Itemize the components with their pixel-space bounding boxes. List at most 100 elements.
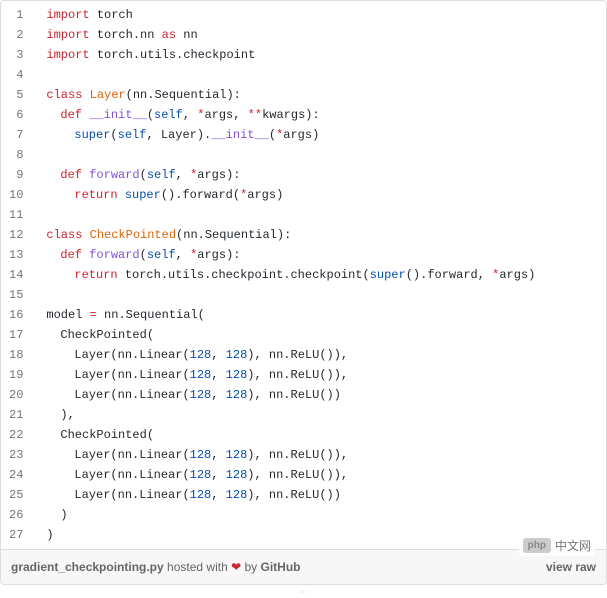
token-pln: nn: [269, 488, 283, 502]
token-pln: ),: [60, 408, 74, 422]
token-kw: def: [60, 248, 82, 262]
token-pln: ):: [226, 168, 240, 182]
token-pln: ).: [197, 128, 211, 142]
token-pln: nn: [118, 388, 132, 402]
code-line: class CheckPointed(nn.Sequential):: [46, 225, 596, 245]
code-line: [46, 205, 596, 225]
token-pln: ),: [247, 488, 269, 502]
token-kw: import: [46, 48, 89, 62]
token-builtin: self: [147, 168, 176, 182]
token-pln: ):: [226, 248, 240, 262]
token-pln: utils: [140, 48, 176, 62]
line-number[interactable]: 20: [5, 385, 27, 405]
line-number[interactable]: 23: [5, 445, 27, 465]
code-line: def __init__(self, *args, **kwargs):: [46, 105, 596, 125]
token-fn: forward: [89, 168, 139, 182]
token-kw: def: [60, 168, 82, 182]
line-number[interactable]: 12: [5, 225, 27, 245]
token-pln: nn: [269, 348, 283, 362]
token-num: 128: [226, 348, 248, 362]
token-pln: args: [197, 248, 226, 262]
line-number[interactable]: 19: [5, 365, 27, 385]
token-pln: (: [182, 388, 189, 402]
line-number[interactable]: 17: [5, 325, 27, 345]
code-line: Layer(nn.Linear(128, 128), nn.ReLU()),: [46, 345, 596, 365]
token-pln: nn: [183, 228, 197, 242]
token-pln: .: [198, 228, 205, 242]
token-pln: Linear: [139, 348, 182, 362]
line-number[interactable]: 2: [5, 25, 27, 45]
gist-filename-link[interactable]: gradient_checkpointing.py: [11, 560, 164, 574]
line-number[interactable]: 15: [5, 285, 27, 305]
token-op: =: [90, 308, 97, 322]
token-kw: return: [74, 268, 117, 282]
line-number[interactable]: 1: [5, 5, 27, 25]
line-number[interactable]: 3: [5, 45, 27, 65]
token-kw: class: [46, 228, 82, 242]
line-number[interactable]: 16: [5, 305, 27, 325]
token-kw: return: [74, 188, 117, 202]
github-link[interactable]: GitHub: [260, 560, 300, 574]
token-pln: ,: [183, 108, 197, 122]
token-pln: ()),: [319, 468, 348, 482]
token-kw: class: [46, 88, 82, 102]
token-num: 128: [190, 448, 212, 462]
token-pln: nn: [118, 488, 132, 502]
token-pln: Linear: [139, 368, 182, 382]
token-builtin: super: [74, 128, 110, 142]
token-pln: torch: [118, 268, 161, 282]
token-pln: Linear: [139, 488, 182, 502]
token-op: **: [248, 108, 262, 122]
line-number[interactable]: 8: [5, 145, 27, 165]
token-pln: [82, 88, 89, 102]
token-pln: checkpoint: [211, 268, 283, 282]
line-number[interactable]: 24: [5, 465, 27, 485]
token-pln: .: [118, 308, 125, 322]
heart-icon: ❤: [231, 560, 241, 574]
line-number[interactable]: 4: [5, 65, 27, 85]
line-number[interactable]: 21: [5, 405, 27, 425]
code-line: [46, 285, 596, 305]
line-number[interactable]: 7: [5, 125, 27, 145]
line-number[interactable]: 9: [5, 165, 27, 185]
token-builtin: self: [154, 108, 183, 122]
token-pln: (: [110, 128, 117, 142]
view-raw-link[interactable]: view raw: [546, 560, 596, 574]
token-pln: [118, 188, 125, 202]
line-number[interactable]: 6: [5, 105, 27, 125]
token-pln: ,: [176, 168, 190, 182]
token-pln: .: [133, 48, 140, 62]
token-pln: ()),: [319, 448, 348, 462]
token-pln: (: [126, 88, 133, 102]
watermark-logo: php 中文网: [519, 535, 595, 556]
token-pln: Layer: [74, 388, 110, 402]
line-number[interactable]: 26: [5, 505, 27, 525]
token-pln: Linear: [139, 388, 182, 402]
token-pln: ),: [247, 468, 269, 482]
code-line: ),: [46, 405, 596, 425]
logo-badge: php: [523, 538, 551, 553]
line-number[interactable]: 11: [5, 205, 27, 225]
code-line: Layer(nn.Linear(128, 128), nn.ReLU()),: [46, 365, 596, 385]
line-number[interactable]: 14: [5, 265, 27, 285]
token-pln: checkpoint: [183, 48, 255, 62]
token-kw: def: [60, 108, 82, 122]
token-pln: .: [133, 28, 140, 42]
line-number[interactable]: 22: [5, 425, 27, 445]
token-pln: ): [276, 188, 283, 202]
line-number[interactable]: 25: [5, 485, 27, 505]
logo-text: 中文网: [555, 537, 591, 554]
token-pln: CheckPointed: [60, 428, 146, 442]
line-number[interactable]: 13: [5, 245, 27, 265]
line-number[interactable]: 27: [5, 525, 27, 545]
token-pln: (: [140, 168, 147, 182]
line-number[interactable]: 18: [5, 345, 27, 365]
token-pln: (: [147, 428, 154, 442]
line-number[interactable]: 5: [5, 85, 27, 105]
token-pln: nn: [269, 468, 283, 482]
line-number[interactable]: 10: [5, 185, 27, 205]
token-pln: nn: [269, 388, 283, 402]
token-pln: (: [363, 268, 370, 282]
token-pln: ()): [319, 488, 341, 502]
code-line: CheckPointed(: [46, 325, 596, 345]
